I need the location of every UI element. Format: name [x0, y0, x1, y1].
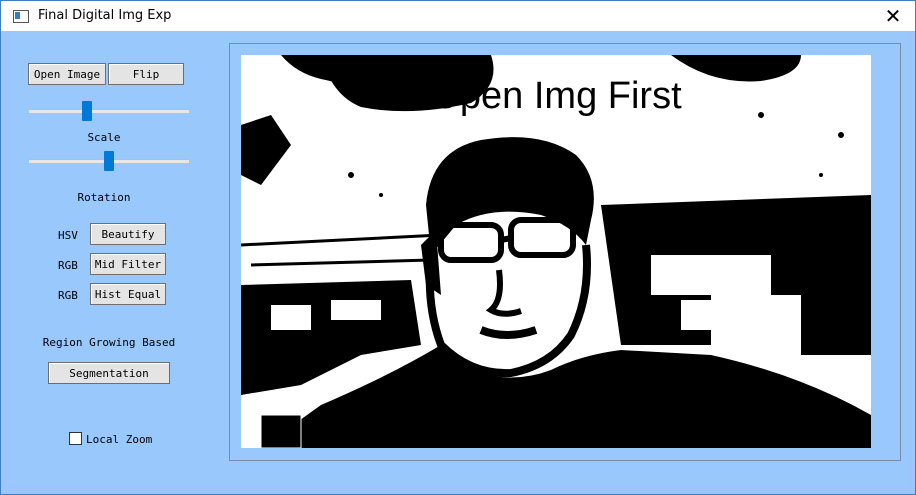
mid-filter-button[interactable]: Mid Filter [90, 253, 166, 275]
window-title: Final Digital Img Exp [38, 8, 172, 23]
rotation-label: Rotation [77, 191, 131, 204]
rgb-label-2: RGB [58, 289, 78, 302]
region-growing-label: Region Growing Based [42, 336, 176, 349]
hsv-label: HSV [58, 229, 78, 242]
client-area: Open Image Flip Scale Rotation HSV Beaut… [9, 32, 907, 486]
close-button[interactable]: ✕ [871, 1, 915, 31]
rotation-slider-thumb[interactable] [104, 151, 114, 171]
beautify-button[interactable]: Beautify [90, 223, 166, 245]
flip-button[interactable]: Flip [108, 63, 184, 85]
segmentation-button[interactable]: Segmentation [48, 362, 170, 384]
scale-slider[interactable] [29, 101, 189, 121]
app-icon [13, 10, 29, 23]
image-display[interactable]: Open Img First [241, 55, 871, 448]
open-image-button[interactable]: Open Image [28, 63, 106, 85]
local-zoom-label[interactable]: Local Zoom [86, 433, 152, 446]
hist-equal-button[interactable]: Hist Equal [90, 283, 166, 305]
title-bar: Final Digital Img Exp ✕ [1, 1, 915, 31]
app-window: Final Digital Img Exp ✕ Open Image Flip … [0, 0, 916, 495]
scale-slider-thumb[interactable] [82, 101, 92, 121]
overlay-text: Open Img First [430, 75, 682, 117]
rotation-slider[interactable] [29, 151, 189, 171]
local-zoom-checkbox[interactable] [69, 432, 82, 445]
scale-label: Scale [87, 131, 121, 144]
rgb-label-1: RGB [58, 259, 78, 272]
close-icon: ✕ [884, 4, 902, 28]
scale-slider-track [29, 109, 189, 113]
